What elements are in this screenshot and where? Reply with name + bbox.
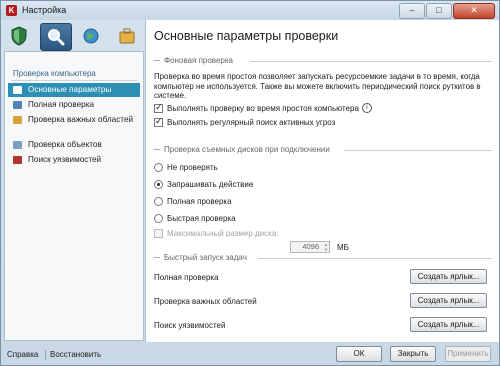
title-bar: K Настройка – □ ✕ xyxy=(1,1,499,20)
task-label-critical-areas: Проверка важных областей xyxy=(154,297,257,306)
footer-divider xyxy=(45,350,46,360)
radio-button[interactable] xyxy=(154,197,163,206)
max-disk-size-option[interactable]: Максимальный размер диска: xyxy=(154,229,279,238)
restore-link[interactable]: Восстановить xyxy=(50,350,101,359)
settings-window: K Настройка – □ ✕ Проверка компьютера Ос… xyxy=(0,0,500,366)
footer-bar: Справка Восстановить ОК Закрыть Применит… xyxy=(1,342,499,366)
tab-protection[interactable] xyxy=(4,23,34,49)
create-shortcut-full-scan-button[interactable]: Создать ярлык... xyxy=(410,269,487,284)
idle-scan-checkbox[interactable] xyxy=(154,102,163,113)
maximize-button[interactable]: □ xyxy=(426,3,452,19)
sidebar-item-basic-settings[interactable]: Основные параметры xyxy=(8,83,140,97)
close-button[interactable]: Закрыть xyxy=(390,346,436,362)
sidebar-item-full-scan[interactable]: Полная проверка xyxy=(8,98,140,112)
sidebar-nav: Основные параметры Полная проверка Прове… xyxy=(8,83,140,168)
help-link[interactable]: Справка xyxy=(7,350,38,359)
max-disk-size-checkbox[interactable] xyxy=(154,229,163,238)
idle-scan-option[interactable]: Выполнять проверку во время простоя комп… xyxy=(154,102,372,113)
radio-do-not-scan[interactable]: Не проверять xyxy=(154,163,218,172)
background-scan-group-title: Фоновая проверка xyxy=(154,56,492,65)
sidebar-section-label: Проверка компьютера xyxy=(13,69,96,78)
kaspersky-logo-icon: K xyxy=(6,5,17,16)
sidebar: Проверка компьютера Основные параметры П… xyxy=(4,51,144,341)
removable-drives-group-title: Проверка съемных дисков при подключении xyxy=(154,145,492,154)
radio-button[interactable] xyxy=(154,163,163,172)
tab-update[interactable] xyxy=(76,23,106,49)
radio-button[interactable] xyxy=(154,180,163,189)
full-scan-icon xyxy=(13,101,22,109)
max-disk-size-stepper[interactable]: 4096 ▲ ▼ xyxy=(290,241,330,253)
create-shortcut-critical-areas-button[interactable]: Создать ярлык... xyxy=(410,293,487,308)
radio-ask-action[interactable]: Запрашивать действие xyxy=(154,180,253,189)
tab-scan[interactable] xyxy=(40,23,72,51)
tab-advanced[interactable] xyxy=(112,23,142,49)
briefcase-icon xyxy=(119,28,135,44)
active-threats-option[interactable]: Выполнять регулярный поиск активных угро… xyxy=(154,116,335,127)
active-threats-checkbox[interactable] xyxy=(154,116,163,127)
globe-icon xyxy=(83,28,99,44)
close-window-button[interactable]: ✕ xyxy=(453,3,495,19)
magnifier-icon xyxy=(48,29,65,46)
window-title: Настройка xyxy=(22,5,67,15)
vulnerability-shield-icon xyxy=(13,156,22,164)
task-label-vulnerability-scan: Поиск уязвимостей xyxy=(154,321,226,330)
critical-areas-icon xyxy=(13,116,22,124)
task-label-full-scan: Полная проверка xyxy=(154,273,219,282)
info-icon[interactable]: i xyxy=(361,103,372,113)
sidebar-item-label: Основные параметры xyxy=(28,85,112,94)
radio-quick-scan[interactable]: Быстрая проверка xyxy=(154,214,236,223)
sidebar-divider xyxy=(11,80,137,81)
sidebar-item-vulnerability-scan[interactable]: Поиск уязвимостей xyxy=(8,153,140,167)
radio-full-scan[interactable]: Полная проверка xyxy=(154,197,232,206)
shield-icon xyxy=(11,26,27,46)
sidebar-item-label: Поиск уязвимостей xyxy=(28,155,102,164)
sidebar-item-label: Проверка объектов xyxy=(28,140,102,149)
ok-button[interactable]: ОК xyxy=(336,346,382,362)
sidebar-item-label: Полная проверка xyxy=(28,100,95,109)
background-scan-description: Проверка во время простоя позволяет запу… xyxy=(154,72,481,101)
category-toolbar xyxy=(2,20,145,51)
create-shortcut-vulnerability-button[interactable]: Создать ярлык... xyxy=(410,317,487,332)
settings-icon xyxy=(13,86,22,94)
settings-content: Основные параметры проверки Фоновая пров… xyxy=(145,20,499,342)
size-unit-label: МБ xyxy=(337,243,349,252)
page-title: Основные параметры проверки xyxy=(154,29,339,43)
stepper-arrows-icon[interactable]: ▲ ▼ xyxy=(324,242,328,252)
object-scan-icon xyxy=(13,141,22,149)
sidebar-item-critical-areas[interactable]: Проверка важных областей xyxy=(8,113,140,137)
radio-button[interactable] xyxy=(154,214,163,223)
quick-launch-group-title: Быстрый запуск задач xyxy=(154,253,492,262)
minimize-button[interactable]: – xyxy=(399,3,425,19)
sidebar-item-label: Проверка важных областей xyxy=(28,115,134,124)
sidebar-item-object-scan[interactable]: Проверка объектов xyxy=(8,138,140,152)
apply-button[interactable]: Применить xyxy=(445,346,491,362)
